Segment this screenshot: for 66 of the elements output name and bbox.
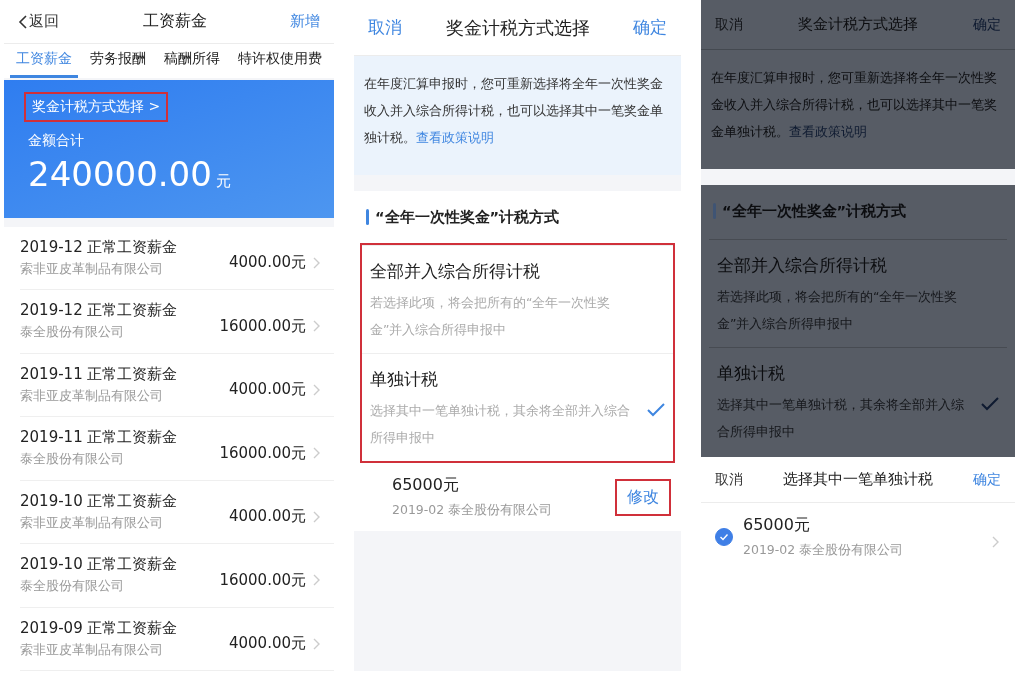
chevron-right-icon — [312, 320, 320, 333]
currency-unit: 元 — [215, 171, 231, 191]
company-name: 索非亚皮革制品有限公司 — [20, 387, 164, 405]
option-title: 单独计税 — [717, 362, 786, 385]
bonus-detail: 2019-02 泰全股份有限公司 — [743, 542, 905, 559]
income-tab[interactable]: 工资薪金 — [10, 44, 78, 78]
policy-link[interactable]: 查看政策说明 — [789, 124, 867, 139]
company-name: 泰全股份有限公司 — [20, 451, 125, 469]
salary-amount: 16000.00元 — [219, 570, 306, 590]
section-marker — [366, 209, 369, 225]
income-tab[interactable]: 稿酬所得 — [158, 44, 226, 78]
salary-title: 2019-10 正常工资薪金 — [20, 555, 179, 575]
salary-amount: 4000.00元 — [228, 507, 306, 527]
add-button[interactable]: 新增 — [290, 12, 320, 31]
screen-title: 工资薪金 — [142, 11, 207, 32]
company-name: 索非亚皮革制品有限公司 — [20, 641, 164, 659]
salary-amount: 4000.00元 — [228, 253, 306, 273]
total-amount: 240000.00 — [28, 153, 212, 194]
salary-title: 2019-12 正常工资薪金 — [20, 301, 179, 321]
option-title: 全部并入综合所得计税 — [370, 260, 541, 283]
bonus-amount: 65000元 — [743, 515, 811, 536]
salary-amount: 16000.00元 — [219, 316, 306, 336]
section-title: “全年一次性奖金”计税方式 — [375, 207, 560, 227]
salary-amount: 4000.00元 — [228, 380, 306, 400]
sheet-title: 选择其中一笔单独计税 — [783, 470, 933, 489]
company-name: 泰全股份有限公司 — [20, 324, 125, 342]
company-name: 泰全股份有限公司 — [20, 578, 125, 596]
confirm-button[interactable]: 确定 — [633, 16, 667, 39]
salary-title: 2019-12 正常工资薪金 — [20, 237, 179, 257]
company-name: 索非亚皮革制品有限公司 — [20, 260, 164, 278]
salary-title: 2019-10 正常工资薪金 — [20, 491, 179, 511]
confirm-button[interactable]: 确定 — [973, 470, 1001, 489]
income-tab[interactable]: 特许权使用费 — [232, 44, 328, 78]
chevron-right-icon — [312, 637, 320, 650]
tax-method-link[interactable]: 奖金计税方式选择 > — [24, 91, 169, 122]
option-title: 单独计税 — [370, 368, 439, 391]
income-tab[interactable]: 劳务报酬 — [84, 44, 152, 78]
back-button[interactable]: 返回 — [18, 12, 59, 31]
cancel-button[interactable]: 取消 — [368, 16, 402, 39]
bonus-amount: 65000元 — [392, 475, 460, 496]
chevron-right-icon — [312, 383, 320, 396]
confirm-button[interactable]: 确定 — [973, 15, 1001, 34]
screen-title: 奖金计税方式选择 — [798, 15, 918, 34]
chevron-right-icon — [312, 574, 320, 587]
chevron-right-icon — [312, 510, 320, 523]
cancel-button[interactable]: 取消 — [715, 15, 743, 34]
screen-title: 奖金计税方式选择 — [445, 15, 590, 40]
chevron-right-icon — [991, 536, 999, 548]
radio-check-icon[interactable] — [715, 528, 733, 546]
salary-amount: 4000.00元 — [228, 634, 306, 654]
total-label: 金额合计 — [28, 131, 85, 150]
bonus-detail: 2019-02 泰全股份有限公司 — [392, 502, 554, 519]
chevron-right-icon — [312, 447, 320, 460]
salary-title: 2019-11 正常工资薪金 — [20, 364, 179, 384]
cancel-button[interactable]: 取消 — [715, 470, 743, 489]
salary-title: 2019-11 正常工资薪金 — [20, 428, 179, 448]
salary-title: 2019-09 正常工资薪金 — [20, 618, 179, 638]
salary-amount: 16000.00元 — [219, 443, 306, 463]
policy-link[interactable]: 查看政策说明 — [416, 130, 494, 145]
option-title: 全部并入综合所得计税 — [717, 254, 888, 277]
section-title: “全年一次性奖金”计税方式 — [722, 201, 907, 221]
company-name: 索非亚皮革制品有限公司 — [20, 514, 164, 532]
chevron-left-icon — [18, 14, 27, 29]
edit-button[interactable]: 修改 — [615, 478, 671, 516]
policy-notice: 在年度汇算申报时，您可重新选择将全年一次性奖金收入并入综合所得计税，也可以选择其中一笔奖金单独计税。查看政策说明 — [364, 75, 664, 147]
chevron-right-icon — [312, 256, 320, 269]
